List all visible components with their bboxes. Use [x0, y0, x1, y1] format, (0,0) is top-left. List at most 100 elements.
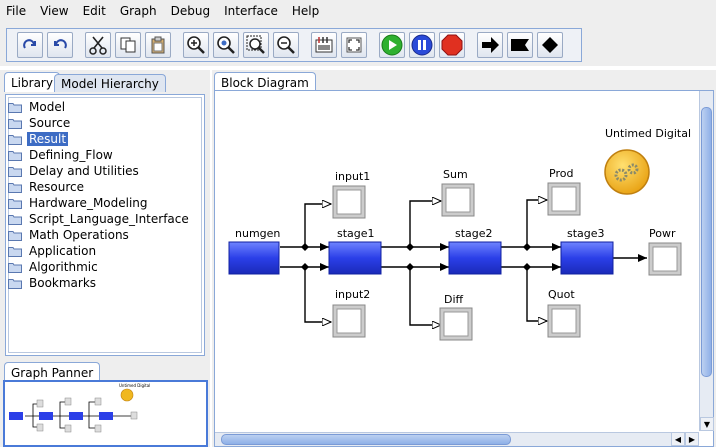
actor-label-sum: Sum: [443, 168, 468, 181]
menu-file[interactable]: File: [0, 4, 33, 18]
toolbar: [6, 28, 582, 62]
graph-panner-view[interactable]: Untimed Digital: [3, 380, 208, 447]
library-item[interactable]: Script_Language_Interface: [8, 211, 191, 227]
graph-panner-panel: Graph Panner Untimed Digital: [0, 358, 210, 447]
library-item[interactable]: Hardware_Modeling: [8, 195, 150, 211]
zoom-out-button[interactable]: [273, 32, 299, 58]
library-item-label: Application: [29, 244, 97, 258]
run-button[interactable]: [379, 32, 405, 58]
zoom-out-icon: [277, 36, 295, 54]
library-item[interactable]: Defining_Flow: [8, 147, 115, 163]
library-item[interactable]: Result: [8, 131, 69, 147]
paste-icon: [151, 36, 165, 54]
tab-model-hierarchy[interactable]: Model Hierarchy: [54, 74, 166, 92]
library-item[interactable]: Model: [8, 99, 67, 115]
panner-director-icon: [120, 388, 134, 402]
menu-edit[interactable]: Edit: [76, 4, 113, 18]
library-item-label: Resource: [29, 180, 85, 194]
cut-button[interactable]: [85, 32, 111, 58]
menu-graph[interactable]: Graph: [113, 4, 164, 18]
panner-actors: [9, 397, 138, 433]
library-item-label: Result: [27, 132, 69, 146]
flag-button[interactable]: [507, 32, 533, 58]
actor-label-input1: input1: [335, 170, 370, 183]
fullscreen-button[interactable]: [341, 32, 367, 58]
actor-label-diff: Diff: [444, 293, 464, 306]
actor-sum[interactable]: Sum: [441, 168, 475, 217]
pause-icon: [411, 34, 433, 56]
scroll-down-button[interactable]: ▼: [700, 417, 714, 431]
diamond-button[interactable]: [537, 32, 563, 58]
pause-button[interactable]: [409, 32, 435, 58]
library-item-label: Hardware_Modeling: [29, 196, 148, 210]
actor-label-stage3: stage3: [567, 227, 605, 240]
vertical-scrollbar[interactable]: ▼: [699, 91, 714, 431]
actor-prod[interactable]: Prod: [547, 167, 581, 216]
toolbar-area: [0, 22, 716, 66]
library-item-label: Math Operations: [29, 228, 129, 242]
library-item[interactable]: Source: [8, 115, 72, 131]
tab-graph-panner[interactable]: Graph Panner: [4, 362, 101, 382]
panner-director-label: Untimed Digital: [119, 383, 150, 388]
redo-button[interactable]: [17, 32, 43, 58]
vertical-scroll-thumb[interactable]: [701, 107, 712, 377]
folder-icon: [8, 278, 22, 289]
menu-help[interactable]: Help: [285, 4, 326, 18]
horizontal-scroll-thumb[interactable]: [221, 434, 511, 445]
director-icon[interactable]: [604, 149, 650, 195]
folder-icon: [8, 150, 22, 161]
folder-icon: [8, 182, 22, 193]
library-item[interactable]: Math Operations: [8, 227, 131, 243]
undo-icon: [54, 39, 67, 49]
folder-icon: [8, 246, 22, 257]
block-diagram-panel: Block Diagram Untimed Digital numgen sta…: [212, 70, 716, 447]
undo-button[interactable]: [47, 32, 73, 58]
folder-icon: [8, 262, 22, 273]
library-item[interactable]: Delay and Utilities: [8, 163, 141, 179]
zoom-in-button[interactable]: [183, 32, 209, 58]
actor-numgen[interactable]: numgen: [228, 227, 280, 275]
library-item-label: Model: [29, 100, 66, 114]
library-item-label: Source: [29, 116, 71, 130]
actor-label-stage2: stage2: [455, 227, 493, 240]
paste-button[interactable]: [145, 32, 171, 58]
library-item-label: Algorithmic: [29, 260, 98, 274]
copy-button[interactable]: [115, 32, 141, 58]
folder-icon: [8, 230, 22, 241]
block-diagram-canvas[interactable]: Untimed Digital numgen stage1 stage2 sta…: [214, 90, 714, 447]
folder-icon: [8, 118, 22, 129]
actor-label-quot: Quot: [548, 288, 575, 301]
zoom-reset-button[interactable]: [213, 32, 239, 58]
layout-button[interactable]: [311, 32, 337, 58]
actor-stage2[interactable]: stage2: [448, 227, 502, 275]
go-to-button[interactable]: [477, 32, 503, 58]
stop-button[interactable]: [439, 32, 465, 58]
actor-input2[interactable]: input2: [332, 288, 370, 338]
library-item[interactable]: Algorithmic: [8, 259, 100, 275]
actor-diff[interactable]: Diff: [439, 293, 473, 341]
horizontal-scrollbar[interactable]: [215, 432, 685, 446]
library-item-label: Bookmarks: [29, 276, 97, 290]
actor-quot[interactable]: Quot: [547, 288, 581, 338]
actor-powr[interactable]: Powr: [648, 227, 682, 276]
zoom-fit-button[interactable]: [243, 32, 269, 58]
actor-input1[interactable]: input1: [332, 170, 370, 219]
menu-interface[interactable]: Interface: [217, 4, 285, 18]
menu-view[interactable]: View: [33, 4, 75, 18]
scroll-left-button[interactable]: ◀: [671, 432, 685, 446]
actor-label-numgen: numgen: [235, 227, 280, 240]
actor-stage3[interactable]: stage3: [560, 227, 614, 275]
tab-block-diagram[interactable]: Block Diagram: [214, 72, 316, 92]
library-item[interactable]: Bookmarks: [8, 275, 98, 291]
actor-stage1[interactable]: stage1: [328, 227, 382, 275]
library-item-label: Delay and Utilities: [29, 164, 139, 178]
folder-icon: [8, 198, 22, 209]
tab-library[interactable]: Library: [4, 72, 60, 92]
scroll-right-button[interactable]: ▶: [685, 432, 699, 446]
library-item-label: Script_Language_Interface: [29, 212, 189, 226]
library-item[interactable]: Application: [8, 243, 98, 259]
library-item[interactable]: Resource: [8, 179, 86, 195]
folder-icon: [8, 214, 22, 225]
folder-icon: [8, 134, 22, 145]
menu-debug[interactable]: Debug: [164, 4, 217, 18]
